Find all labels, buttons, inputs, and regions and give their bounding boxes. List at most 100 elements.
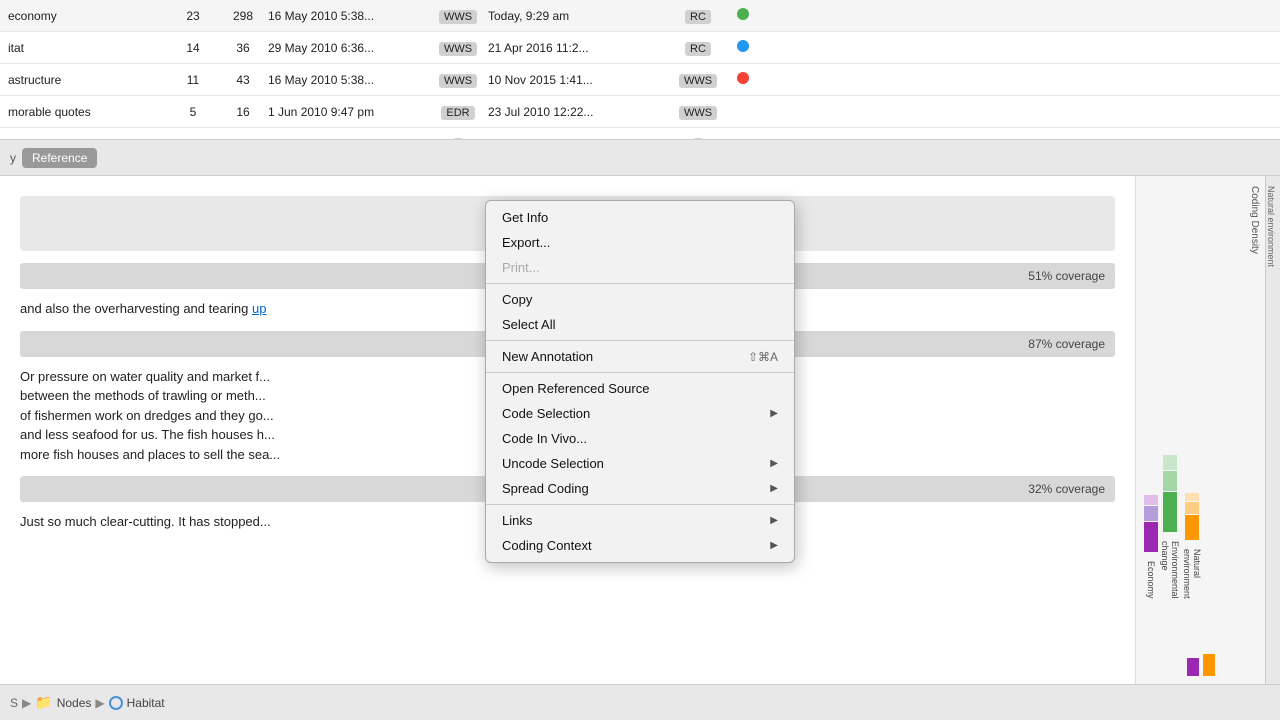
col-name: economy xyxy=(8,9,168,23)
menu-label-links: Links xyxy=(502,513,770,528)
col-date2: 21 Apr 2016 11:2... xyxy=(488,41,668,55)
col-badge2: RC xyxy=(668,41,728,55)
menu-separator xyxy=(486,504,794,505)
col-num2: 43 xyxy=(218,73,268,87)
menu-label-export: Export... xyxy=(502,235,778,250)
chart-column: Economy xyxy=(1144,495,1158,599)
col-date1: 16 May 2010 5:38... xyxy=(268,73,428,87)
chart-sidebar: Coding Density Economy Environmental chan… xyxy=(1135,176,1265,684)
col-num1: 14 xyxy=(168,41,218,55)
menu-item-open-referenced-source[interactable]: Open Referenced Source xyxy=(486,376,794,401)
table-row[interactable]: itat 14 36 29 May 2010 6:36... WWS 21 Ap… xyxy=(0,32,1280,64)
context-menu: Get Info Export... Print... Copy Select All N… xyxy=(485,200,795,563)
outer-right: Natural environment xyxy=(1265,176,1280,684)
table-area: economy 23 298 16 May 2010 5:38... WWS T… xyxy=(0,0,1280,140)
content-link-1[interactable]: up xyxy=(252,301,266,316)
menu-item-links[interactable]: Links▶ xyxy=(486,508,794,533)
col-badge1: WWS xyxy=(428,73,488,87)
menu-item-code-selection[interactable]: Code Selection▶ xyxy=(486,401,794,426)
menu-separator xyxy=(486,340,794,341)
col-date1: 16 May 2010 5:38... xyxy=(268,9,428,23)
col-name: morable quotes xyxy=(8,105,168,119)
menu-arrow-uncode-selection: ▶ xyxy=(770,458,778,469)
dot-green xyxy=(737,8,749,20)
col-dot xyxy=(728,72,758,87)
menu-separator xyxy=(486,283,794,284)
col-name: itat xyxy=(8,41,168,55)
tab-bar: y Reference xyxy=(0,140,1280,176)
menu-label-select-all: Select All xyxy=(502,317,778,332)
col-date1: 1 Jun 2010 9:47 pm xyxy=(268,105,428,119)
tab-reference[interactable]: Reference xyxy=(22,148,97,168)
folder-icon: 📁 xyxy=(35,694,52,711)
breadcrumb-habitat: Habitat xyxy=(127,696,165,710)
menu-label-get-info: Get Info xyxy=(502,210,778,225)
col-date2: 10 Nov 2015 1:41... xyxy=(488,73,668,87)
menu-item-coding-context[interactable]: Coding Context▶ xyxy=(486,533,794,558)
col-dot xyxy=(728,40,758,55)
table-row[interactable]: t xyxy=(0,128,1280,140)
menu-label-copy: Copy xyxy=(502,292,778,307)
col-num2: 16 xyxy=(218,105,268,119)
breadcrumb-arrow-2: ▶ xyxy=(95,696,104,710)
col-badge1: WWS xyxy=(428,41,488,55)
chart-col-label: Environmental change xyxy=(1160,541,1180,599)
menu-item-copy[interactable]: Copy xyxy=(486,287,794,312)
chart-col-label: Economy xyxy=(1146,561,1156,599)
breadcrumb-bar: S ▶ 📁 Nodes ▶ Habitat xyxy=(0,684,1280,720)
col-badge1: WWS xyxy=(428,9,488,23)
menu-shortcut-new-annotation: ⇧⌘A xyxy=(748,350,778,364)
breadcrumb-nodes: Nodes xyxy=(57,696,92,710)
col-badge2: WWS xyxy=(668,105,728,119)
menu-arrow-coding-context: ▶ xyxy=(770,540,778,551)
chart-column: Natural environment xyxy=(1182,493,1202,599)
menu-item-new-annotation[interactable]: New Annotation ⇧⌘A xyxy=(486,344,794,369)
menu-item-export[interactable]: Export... xyxy=(486,230,794,255)
menu-item-get-info[interactable]: Get Info xyxy=(486,205,794,230)
node-icon xyxy=(109,696,123,710)
coverage-text-1: 51% coverage xyxy=(1028,269,1105,283)
menu-item-spread-coding[interactable]: Spread Coding▶ xyxy=(486,476,794,501)
menu-item-select-all[interactable]: Select All xyxy=(486,312,794,337)
tab-y-label: y xyxy=(10,151,16,165)
col-name: astructure xyxy=(8,73,168,87)
menu-label-uncode-selection: Uncode Selection xyxy=(502,456,770,471)
table-row[interactable]: astructure 11 43 16 May 2010 5:38... WWS… xyxy=(0,64,1280,96)
col-num2: 36 xyxy=(218,41,268,55)
menu-item-print: Print... xyxy=(486,255,794,280)
menu-label-code-in-vivo: Code In Vivo... xyxy=(502,431,778,446)
table-row[interactable]: economy 23 298 16 May 2010 5:38... WWS T… xyxy=(0,0,1280,32)
menu-label-new-annotation: New Annotation xyxy=(502,349,728,364)
chart-col-label: Natural environment xyxy=(1182,549,1202,599)
col-date2: Today, 9:29 am xyxy=(488,9,668,23)
menu-label-open-referenced-source: Open Referenced Source xyxy=(502,381,778,396)
breadcrumb-s: S xyxy=(10,696,18,710)
table-row[interactable]: morable quotes 5 16 1 Jun 2010 9:47 pm E… xyxy=(0,96,1280,128)
menu-separator xyxy=(486,372,794,373)
col-num2: 298 xyxy=(218,9,268,23)
breadcrumb-arrow-1: ▶ xyxy=(22,696,31,710)
bottom-bar xyxy=(1187,658,1199,676)
table-rows: economy 23 298 16 May 2010 5:38... WWS T… xyxy=(0,0,1280,140)
menu-arrow-links: ▶ xyxy=(770,515,778,526)
col-badge2: WWS xyxy=(668,73,728,87)
natural-env-label: Natural environment xyxy=(1266,176,1276,267)
col-badge2: RC xyxy=(668,9,728,23)
menu-label-code-selection: Code Selection xyxy=(502,406,770,421)
dot-blue xyxy=(737,40,749,52)
coverage-text-3: 32% coverage xyxy=(1028,482,1105,496)
menu-label-spread-coding: Spread Coding xyxy=(502,481,770,496)
chart-column: Environmental change xyxy=(1160,455,1180,599)
col-date1: 29 May 2010 6:36... xyxy=(268,41,428,55)
bottom-bar xyxy=(1203,654,1215,676)
col-date2: 23 Jul 2010 12:22... xyxy=(488,105,668,119)
menu-item-code-in-vivo[interactable]: Code In Vivo... xyxy=(486,426,794,451)
coverage-text-2: 87% coverage xyxy=(1028,337,1105,351)
menu-label-coding-context: Coding Context xyxy=(502,538,770,553)
col-num1: 5 xyxy=(168,105,218,119)
menu-arrow-code-selection: ▶ xyxy=(770,408,778,419)
coding-density-label: Coding Density xyxy=(1249,186,1260,254)
col-num1: 23 xyxy=(168,9,218,23)
menu-item-uncode-selection[interactable]: Uncode Selection▶ xyxy=(486,451,794,476)
col-dot xyxy=(728,8,758,23)
